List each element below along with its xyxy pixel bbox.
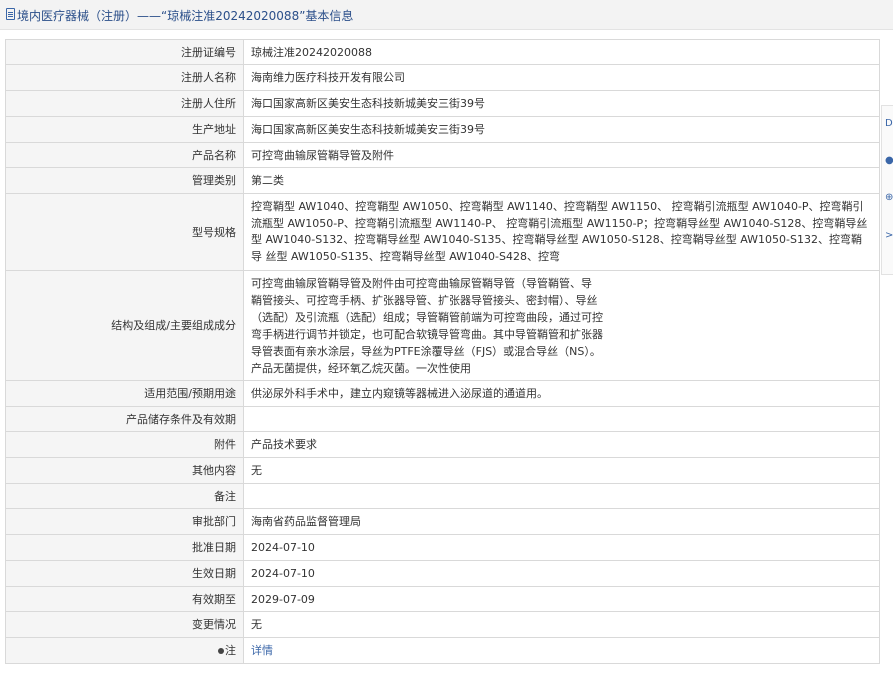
field-value: 产品技术要求 [243, 431, 880, 458]
field-value: 海口国家高新区美安生态科技新城美安三街39号 [243, 90, 880, 117]
table-row: 注 详情 [5, 637, 880, 664]
note-value-cell: 详情 [243, 637, 880, 664]
field-label: 结构及组成/主要组成成分 [5, 270, 244, 381]
field-label: 备注 [5, 483, 244, 509]
field-value [243, 483, 880, 509]
field-value: 2029-07-09 [243, 586, 880, 612]
table-row: 结构及组成/主要组成成分 可控弯曲输尿管鞘导管及附件由可控弯曲输尿管鞘导管（导管… [5, 270, 880, 381]
table-row: 型号规格 控弯鞘型 AW1040、控弯鞘型 AW1050、控弯鞘型 AW1140… [5, 193, 880, 271]
field-value: 无 [243, 457, 880, 484]
table-row: 产品名称 可控弯曲输尿管鞘导管及附件 [5, 142, 880, 168]
field-label: 产品名称 [5, 142, 244, 168]
field-label: 注册人名称 [5, 64, 244, 91]
field-label: 其他内容 [5, 457, 244, 484]
field-label: 适用范围/预期用途 [5, 380, 244, 407]
field-value: 琼械注准20242020088 [243, 39, 880, 65]
field-value: 控弯鞘型 AW1040、控弯鞘型 AW1050、控弯鞘型 AW1140、控弯鞘型… [243, 193, 880, 271]
field-label: 审批部门 [5, 508, 244, 535]
table-row: 审批部门 海南省药品监督管理局 [5, 508, 880, 535]
field-value: 可控弯曲输尿管鞘导管及附件 [243, 142, 880, 168]
table-row: 备注 [5, 483, 880, 509]
table-row: 批准日期 2024-07-10 [5, 534, 880, 561]
field-label: 型号规格 [5, 193, 244, 271]
field-value: 无 [243, 611, 880, 638]
note-label: 注 [225, 644, 236, 657]
table-row: 变更情况 无 [5, 611, 880, 638]
table-row: 产品储存条件及有效期 [5, 406, 880, 432]
field-value: 海南省药品监督管理局 [243, 508, 880, 535]
sidebar-share-icon[interactable]: ⊕ [885, 192, 893, 204]
field-value: 供泌尿外科手术中，建立内窥镜等器械进入泌尿道的通道用。 [243, 380, 880, 407]
page-title: 境内医疗器械（注册）——“琼械注准20242020088”基本信息 [17, 9, 354, 23]
field-value: 可控弯曲输尿管鞘导管及附件由可控弯曲输尿管鞘导管（导管鞘管、导 鞘管接头、可控弯… [243, 270, 880, 381]
field-label: 有效期至 [5, 586, 244, 612]
table-row: 注册人住所 海口国家高新区美安生态科技新城美安三街39号 [5, 90, 880, 117]
field-label: 产品储存条件及有效期 [5, 406, 244, 432]
table-row: 生产地址 海口国家高新区美安生态科技新城美安三街39号 [5, 116, 880, 143]
info-table: 注册证编号 琼械注准20242020088 注册人名称 海南维力医疗科技开发有限… [5, 39, 880, 664]
field-value: 2024-07-10 [243, 560, 880, 587]
sidebar-collapse-icon[interactable]: > [885, 230, 893, 242]
field-value: 海口国家高新区美安生态科技新城美安三街39号 [243, 116, 880, 143]
table-row: 生效日期 2024-07-10 [5, 560, 880, 587]
table-row: 注册人名称 海南维力医疗科技开发有限公司 [5, 64, 880, 91]
sidebar-info-icon[interactable]: ● [885, 155, 893, 167]
pin-icon [218, 648, 224, 654]
field-value: 2024-07-10 [243, 534, 880, 561]
field-label: 生效日期 [5, 560, 244, 587]
field-label: 注册证编号 [5, 39, 244, 65]
field-label: 变更情况 [5, 611, 244, 638]
field-label: 批准日期 [5, 534, 244, 561]
page-header: 境内医疗器械（注册）——“琼械注准20242020088”基本信息 [0, 0, 893, 30]
table-row: 其他内容 无 [5, 457, 880, 484]
floating-sidebar: D ● ⊕ > [881, 105, 893, 275]
sidebar-feedback-icon[interactable]: D [885, 118, 893, 130]
table-row: 注册证编号 琼械注准20242020088 [5, 39, 880, 65]
field-label: 生产地址 [5, 116, 244, 143]
document-icon [6, 8, 15, 20]
table-row: 管理类别 第二类 [5, 167, 880, 194]
field-value [243, 406, 880, 432]
field-label: 附件 [5, 431, 244, 458]
field-value: 第二类 [243, 167, 880, 194]
table-row: 适用范围/预期用途 供泌尿外科手术中，建立内窥镜等器械进入泌尿道的通道用。 [5, 380, 880, 407]
field-label: 管理类别 [5, 167, 244, 194]
table-row: 有效期至 2029-07-09 [5, 586, 880, 612]
field-value: 海南维力医疗科技开发有限公司 [243, 64, 880, 91]
note-label-cell: 注 [5, 637, 244, 664]
field-label: 注册人住所 [5, 90, 244, 117]
table-row: 附件 产品技术要求 [5, 431, 880, 458]
details-link[interactable]: 详情 [251, 644, 273, 657]
